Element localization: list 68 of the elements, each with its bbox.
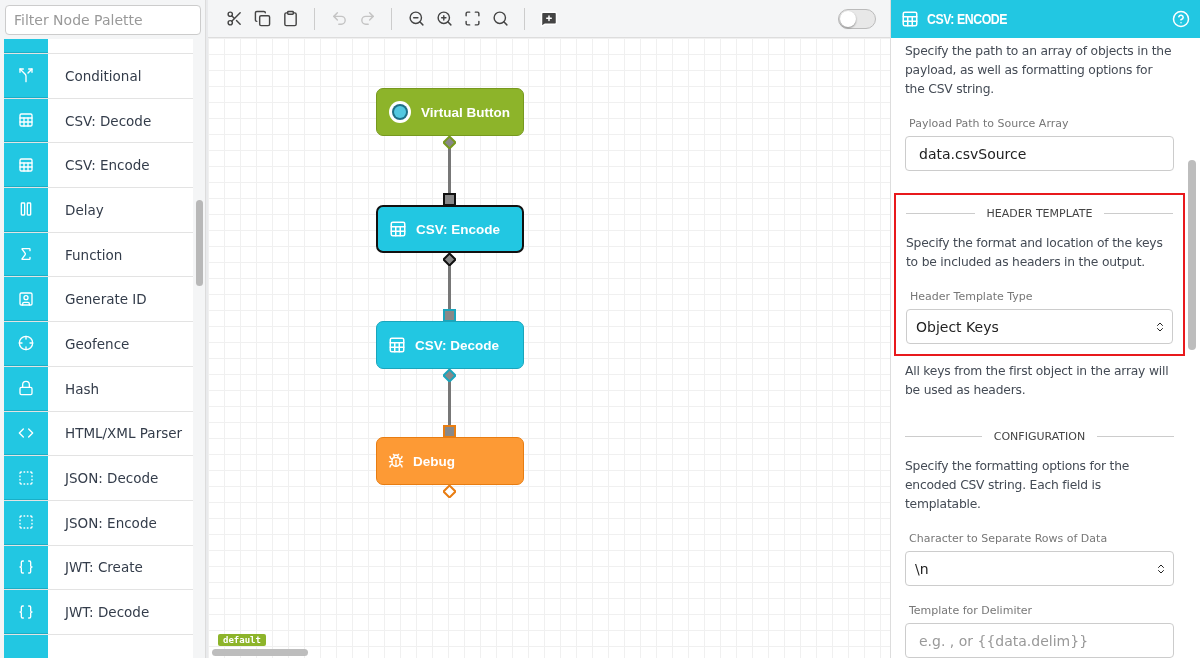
input-port[interactable] — [443, 425, 456, 438]
select-field[interactable]: \n — [905, 551, 1174, 586]
braces-icon — [18, 603, 34, 620]
sigma-icon — [18, 246, 34, 263]
field-label: Payload Path to Source Array — [909, 117, 1070, 130]
palette-item[interactable]: Function — [4, 232, 193, 278]
user-card-icon — [18, 290, 34, 307]
palette-item[interactable]: Geofence — [4, 322, 193, 367]
palette-item[interactable]: Generate ID — [4, 277, 193, 323]
palette-item[interactable]: Conditional — [4, 54, 193, 99]
palette-item[interactable]: CSV: Decode — [4, 98, 193, 144]
spreadsheet-icon — [389, 220, 407, 238]
panel-title: CSV: ENCODE — [927, 11, 1009, 27]
spreadsheet-icon — [901, 10, 919, 28]
split-arrow-icon — [18, 67, 34, 84]
field-label: Character to Separate Rows of Data — [909, 532, 1109, 545]
updown-arrows-icon — [1154, 320, 1166, 333]
input-port[interactable] — [443, 193, 456, 206]
section-description: Specify the format and location of the keys to be included as headers in the output. — [906, 235, 1164, 271]
undo-icon — [330, 10, 348, 27]
palette-item[interactable]: CSV: Encode — [4, 143, 193, 189]
help-text: All keys from the first object in the array will be used as headers. — [905, 363, 1170, 399]
crosshair-icon — [18, 335, 34, 352]
section-description: Specify the formatting options for the encoded CSV string. Each field is templatable. — [905, 458, 1131, 513]
scrollbar[interactable] — [212, 649, 308, 656]
bug-icon — [388, 453, 404, 469]
panel-description: Specify the path to an array of objects in the payload, as well as formatting options for the CSV string. — [905, 43, 1173, 98]
spreadsheet-icon — [18, 112, 34, 129]
scissors-icon — [225, 10, 243, 27]
input-port[interactable] — [443, 309, 456, 322]
text-field[interactable]: e.g. , or {{data.delim}} — [905, 623, 1174, 658]
palette-item[interactable]: JSON: Decode — [4, 456, 193, 501]
copy-icon — [253, 10, 271, 27]
expand-icon — [463, 10, 481, 27]
scrollbar[interactable] — [196, 200, 203, 286]
braces-icon — [18, 558, 34, 575]
palette-item[interactable]: JWT: Decode — [4, 590, 193, 635]
pause-icon — [18, 201, 34, 218]
section-heading: CONFIGURATION — [993, 430, 1086, 443]
radio-circle-icon — [388, 100, 412, 124]
field-label: Header Template Type — [910, 290, 1034, 303]
palette-item[interactable]: Hash — [4, 366, 193, 412]
lock-icon — [18, 380, 34, 397]
updown-arrows-icon — [1155, 562, 1167, 575]
palette-item[interactable] — [4, 39, 193, 54]
canvas-badge: default — [218, 634, 266, 646]
search-icon — [491, 10, 509, 27]
field-label: Template for Delimiter — [909, 604, 1034, 617]
section-heading: HEADER TEMPLATE — [986, 207, 1093, 220]
redo-icon — [358, 10, 376, 27]
palette-item[interactable]: JSON: Encode — [4, 500, 193, 546]
zoom-in-icon — [435, 10, 453, 27]
spreadsheet-icon — [18, 156, 34, 173]
palette-item[interactable]: HTML/XML Parser — [4, 411, 193, 457]
palette-item[interactable]: JWT: Create — [4, 545, 193, 591]
help-icon[interactable] — [1172, 10, 1190, 28]
scrollbar[interactable] — [1188, 160, 1196, 350]
text-field[interactable]: data.csvSource — [905, 136, 1174, 171]
dashed-square-icon — [18, 514, 34, 531]
palette-item[interactable]: Delay — [4, 188, 193, 233]
debug-toggle[interactable] — [838, 8, 876, 29]
zoom-out-icon — [407, 10, 425, 27]
comment-plus-icon — [540, 9, 558, 28]
dashed-square-icon — [18, 469, 34, 486]
search-field[interactable]: Filter Node Palette — [5, 5, 201, 35]
select-field[interactable]: Object Keys — [906, 309, 1173, 344]
spreadsheet-icon — [388, 336, 406, 354]
clipboard-icon — [281, 10, 299, 27]
